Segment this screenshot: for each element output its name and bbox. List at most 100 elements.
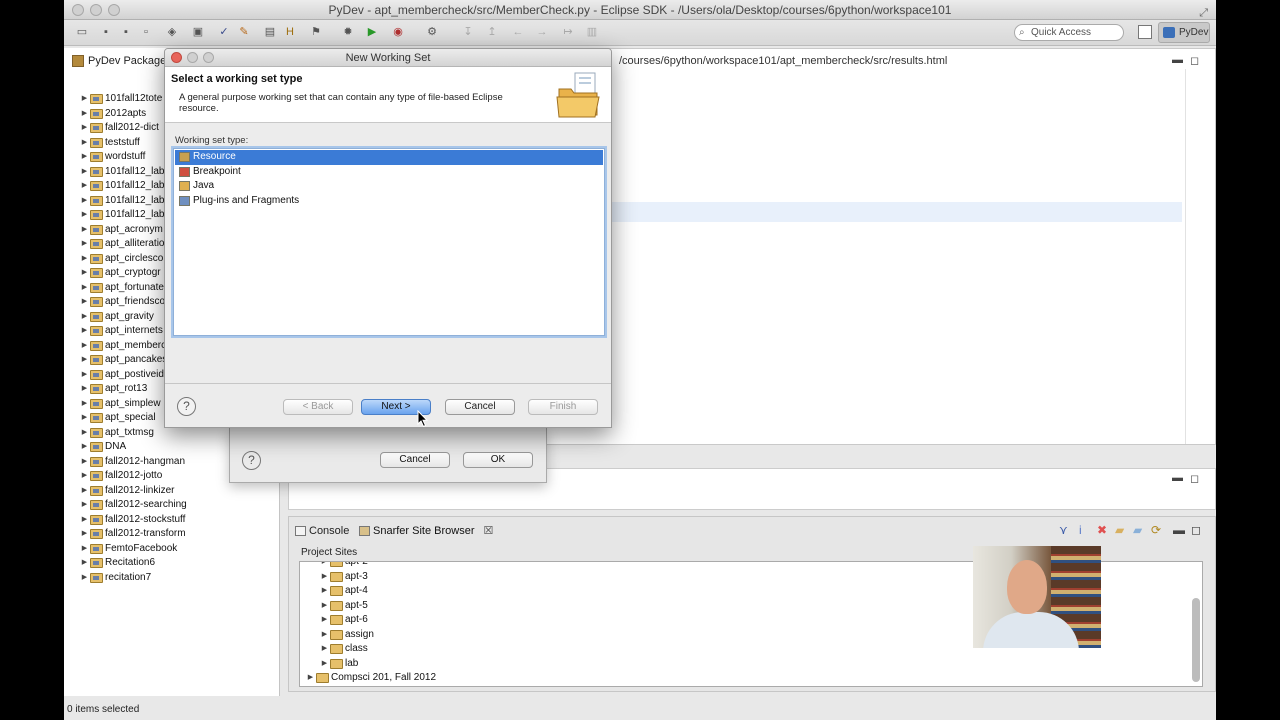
expand-arrow-icon[interactable]: ▶: [80, 498, 89, 513]
bottom-minimize-icon[interactable]: ▬: [1173, 523, 1185, 537]
site-tree-item[interactable]: ▶ Compsci 201, Fall 2012: [306, 671, 436, 686]
tree-item[interactable]: ▶ apt_special: [80, 411, 156, 426]
tree-item[interactable]: ▶ fall2012-jotto: [80, 469, 162, 484]
expand-arrow-icon[interactable]: ▶: [80, 469, 89, 484]
tree-item[interactable]: ▶ apt_cryptogr: [80, 266, 161, 281]
build-icon[interactable]: ▣: [190, 25, 206, 40]
site-tree-item[interactable]: ▶ apt-5: [320, 599, 368, 614]
site-tree-item[interactable]: ▶ apt-6: [320, 613, 368, 628]
help-icon[interactable]: ?: [242, 451, 261, 470]
external-tools-icon[interactable]: ⚙: [424, 25, 440, 40]
expand-arrow-icon[interactable]: ▶: [320, 570, 329, 585]
tree-item[interactable]: ▶ apt_acronym: [80, 223, 163, 238]
expand-arrow-icon[interactable]: ▶: [80, 150, 89, 165]
new-folder-icon[interactable]: ▰: [1115, 523, 1124, 537]
tree-item[interactable]: ▶ 101fall12_lab: [80, 179, 165, 194]
info-icon[interactable]: i: [1079, 523, 1082, 537]
tree-item[interactable]: ▶ 101fall12tote: [80, 92, 162, 107]
expand-arrow-icon[interactable]: ▶: [320, 642, 329, 657]
expand-arrow-icon[interactable]: ▶: [80, 455, 89, 470]
tree-item[interactable]: ▶ Recitation6: [80, 556, 155, 571]
working-set-type-item[interactable]: Java: [175, 179, 603, 194]
minimize-window-button[interactable]: [90, 4, 102, 16]
last-edit-icon[interactable]: ▥: [584, 25, 600, 40]
hierarchy-icon[interactable]: ▤: [262, 25, 278, 40]
expand-arrow-icon[interactable]: ▶: [80, 107, 89, 122]
tree-item[interactable]: ▶ fall2012-dict: [80, 121, 159, 136]
tree-item[interactable]: ▶ apt_membercl: [80, 339, 168, 354]
open-perspective-icon[interactable]: [1138, 25, 1152, 39]
editor-scrollbar[interactable]: [1185, 69, 1205, 444]
expand-arrow-icon[interactable]: ▶: [80, 440, 89, 455]
back-icon[interactable]: ←: [510, 25, 526, 40]
save-all-icon[interactable]: ▪: [118, 25, 134, 40]
expand-arrow-icon[interactable]: ▶: [80, 571, 89, 586]
expand-arrow-icon[interactable]: ▶: [80, 208, 89, 223]
forward-icon[interactable]: →: [534, 25, 550, 40]
expand-arrow-icon[interactable]: ▶: [80, 295, 89, 310]
refresh-icon[interactable]: ⟳: [1151, 523, 1161, 537]
expand-arrow-icon[interactable]: ▶: [80, 223, 89, 238]
outline-maximize-icon[interactable]: ◻: [1190, 472, 1199, 485]
dialog-zoom-button[interactable]: [203, 52, 214, 63]
expand-arrow-icon[interactable]: ▶: [80, 397, 89, 412]
tab-package-explorer[interactable]: PyDev Package: [70, 48, 166, 74]
expand-arrow-icon[interactable]: ▶: [320, 628, 329, 643]
save-icon[interactable]: ▪: [98, 25, 114, 40]
expand-arrow-icon[interactable]: ▶: [80, 542, 89, 557]
remove-icon[interactable]: ✖: [1097, 523, 1107, 537]
html-icon[interactable]: H: [282, 25, 298, 40]
working-set-type-item[interactable]: Breakpoint: [175, 165, 603, 180]
site-tree-item[interactable]: ▶ lab: [320, 657, 358, 672]
package-icon[interactable]: ◈: [164, 25, 180, 40]
finish-button[interactable]: Finish: [528, 399, 598, 415]
tree-item[interactable]: ▶ 101fall12_lab: [80, 208, 165, 223]
tree-item[interactable]: ▶ apt_txtmsg: [80, 426, 154, 441]
underlying-cancel-button[interactable]: Cancel: [380, 452, 450, 468]
expand-arrow-icon[interactable]: ▶: [80, 194, 89, 209]
tree-item[interactable]: ▶ wordstuff: [80, 150, 145, 165]
site-tree-item[interactable]: ▶ apt-2: [320, 562, 368, 570]
tree-item[interactable]: ▶ 101fall12_lab: [80, 165, 165, 180]
tree-item[interactable]: ▶ apt_gravity: [80, 310, 154, 325]
zoom-window-button[interactable]: [108, 4, 120, 16]
tree-item[interactable]: ▶ DNA: [80, 440, 126, 455]
expand-arrow-icon[interactable]: ▶: [320, 613, 329, 628]
tree-item[interactable]: ▶ 2012apts: [80, 107, 146, 122]
sites-scrollbar[interactable]: [1192, 598, 1200, 682]
tree-item[interactable]: ▶ teststuff: [80, 136, 140, 151]
run-icon[interactable]: ▶: [364, 25, 380, 40]
working-set-type-item[interactable]: Plug-ins and Fragments: [175, 194, 603, 209]
expand-arrow-icon[interactable]: ▶: [320, 562, 329, 570]
tree-item[interactable]: ▶ fall2012-linkizer: [80, 484, 174, 499]
tree-item[interactable]: ▶ FemtoFacebook: [80, 542, 177, 557]
tree-item[interactable]: ▶ apt_rot13: [80, 382, 147, 397]
dialog-minimize-button[interactable]: [187, 52, 198, 63]
tree-item[interactable]: ▶ apt_pancakes: [80, 353, 167, 368]
collapse-all-icon[interactable]: ⋎: [1059, 523, 1068, 537]
expand-arrow-icon[interactable]: ▶: [320, 599, 329, 614]
tree-item[interactable]: ▶ apt_fortunate: [80, 281, 164, 296]
tree-item[interactable]: ▶ apt_alliteratio: [80, 237, 164, 252]
editor-minimize-icon[interactable]: ▬: [1172, 54, 1183, 66]
tree-item[interactable]: ▶ fall2012-searching: [80, 498, 187, 513]
tree-item[interactable]: ▶ apt_circlesco: [80, 252, 163, 267]
bottom-maximize-icon[interactable]: ◻: [1191, 523, 1201, 537]
pin-icon[interactable]: ↦: [560, 25, 576, 40]
expand-arrow-icon[interactable]: ▶: [80, 281, 89, 296]
expand-arrow-icon[interactable]: ▶: [80, 426, 89, 441]
run-external-icon[interactable]: ⚑: [308, 25, 324, 40]
next-annotation-icon[interactable]: ↧: [460, 25, 476, 40]
expand-arrow-icon[interactable]: ▶: [80, 339, 89, 354]
expand-arrow-icon[interactable]: ▶: [80, 136, 89, 151]
dialog-help-icon[interactable]: ?: [177, 397, 196, 416]
edit-icon[interactable]: ✎: [236, 25, 252, 40]
tab-console[interactable]: Console: [293, 522, 349, 540]
tree-item[interactable]: ▶ apt_internets: [80, 324, 163, 339]
close-tab-icon[interactable]: ☒: [484, 525, 494, 537]
expand-arrow-icon[interactable]: ▶: [80, 513, 89, 528]
print-icon[interactable]: ▫: [138, 25, 154, 40]
expand-arrow-icon[interactable]: ▶: [80, 237, 89, 252]
coverage-icon[interactable]: ◉: [390, 25, 406, 40]
expand-arrow-icon[interactable]: ▶: [80, 121, 89, 136]
